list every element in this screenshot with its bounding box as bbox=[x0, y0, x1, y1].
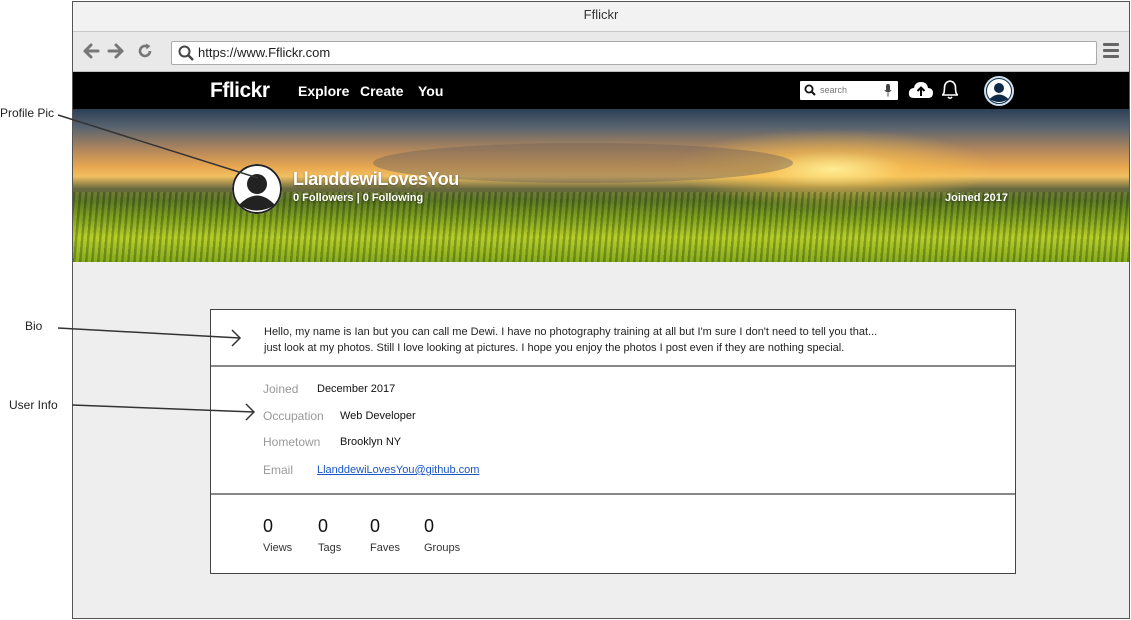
nav-explore[interactable]: Explore bbox=[298, 83, 349, 99]
browser-toolbar: https://www.Fflickr.com bbox=[73, 32, 1129, 72]
arrow-left-icon[interactable] bbox=[81, 42, 101, 62]
info-value-joined: December 2017 bbox=[317, 383, 396, 395]
info-row-hometown: Hometown Brooklyn NY bbox=[263, 435, 401, 449]
info-value-hometown: Brooklyn NY bbox=[340, 436, 402, 448]
microphone-icon[interactable] bbox=[884, 84, 892, 104]
url-text: https://www.Fflickr.com bbox=[198, 45, 331, 60]
email-link[interactable]: LlanddewiLovesYou@github.com bbox=[317, 464, 479, 476]
stat-faves: 0 Faves bbox=[370, 516, 400, 554]
reload-icon[interactable] bbox=[135, 42, 155, 62]
search-icon bbox=[178, 45, 194, 68]
browser-window: Fflickr https://www.Fflickr.com Fflickr bbox=[72, 1, 1130, 619]
divider bbox=[211, 493, 1015, 495]
search-placeholder: search bbox=[820, 85, 848, 95]
stat-tags: 0 Tags bbox=[318, 516, 341, 554]
profile-pic[interactable] bbox=[232, 164, 282, 214]
bio-line-2: just look at my photos. Still I love loo… bbox=[264, 342, 845, 354]
profile-follow-counts[interactable]: 0 Followers | 0 Following bbox=[293, 192, 423, 204]
user-avatar-button[interactable] bbox=[984, 76, 1014, 106]
site-navbar: Fflickr Explore Create You search bbox=[73, 72, 1129, 109]
search-input[interactable]: search bbox=[800, 81, 898, 100]
stat-tags-label: Tags bbox=[318, 542, 342, 554]
profile-card: Hello, my name is Ian but you can call m… bbox=[210, 309, 1016, 574]
site-logo[interactable]: Fflickr bbox=[210, 79, 270, 103]
info-row-joined: Joined December 2017 bbox=[263, 382, 395, 396]
wireframe-stage: Profile Pic Bio User Info Fflickr https:… bbox=[0, 0, 1131, 620]
hamburger-menu-icon[interactable] bbox=[1103, 43, 1119, 61]
stat-groups: 0 Groups bbox=[424, 516, 460, 554]
bio-text: Hello, my name is Ian but you can call m… bbox=[264, 324, 964, 356]
info-row-occupation: Occupation Web Developer bbox=[263, 409, 416, 423]
search-icon bbox=[804, 84, 816, 103]
stat-views-label: Views bbox=[263, 542, 293, 554]
nav-you[interactable]: You bbox=[418, 83, 443, 99]
annotation-user-info: User Info bbox=[9, 398, 58, 412]
avatar-icon bbox=[232, 164, 282, 214]
info-label-joined: Joined bbox=[263, 382, 299, 396]
info-label-hometown: Hometown bbox=[263, 435, 321, 449]
avatar-icon bbox=[987, 79, 1011, 103]
annotation-profile-pic: Profile Pic bbox=[0, 106, 55, 120]
profile-joined-badge: Joined 2017 bbox=[945, 192, 1008, 204]
stat-tags-value: 0 bbox=[318, 516, 329, 536]
stat-faves-label: Faves bbox=[370, 542, 400, 554]
divider bbox=[211, 365, 1015, 367]
stat-views: 0 Views bbox=[263, 516, 292, 554]
info-label-occupation: Occupation bbox=[263, 409, 324, 423]
stat-faves-value: 0 bbox=[370, 516, 381, 536]
address-bar[interactable]: https://www.Fflickr.com bbox=[171, 41, 1097, 65]
info-row-email: Email LlanddewiLovesYou@github.com bbox=[263, 463, 479, 477]
arrow-right-icon[interactable] bbox=[106, 42, 126, 62]
stat-groups-value: 0 bbox=[424, 516, 435, 536]
nav-create[interactable]: Create bbox=[360, 83, 404, 99]
bio-line-1: Hello, my name is Ian but you can call m… bbox=[264, 326, 878, 338]
stat-groups-label: Groups bbox=[424, 542, 461, 554]
stat-views-value: 0 bbox=[263, 516, 274, 536]
info-value-occupation: Web Developer bbox=[340, 410, 416, 422]
cloud-upload-icon[interactable] bbox=[908, 80, 934, 105]
info-label-email: Email bbox=[263, 463, 294, 477]
window-title: Fflickr bbox=[73, 2, 1129, 32]
cover-photo: LlanddewiLovesYou 0 Followers | 0 Follow… bbox=[73, 109, 1129, 262]
bell-icon[interactable] bbox=[940, 80, 960, 105]
profile-username: LlanddewiLovesYou bbox=[293, 169, 459, 189]
annotation-bio: Bio bbox=[25, 319, 43, 333]
